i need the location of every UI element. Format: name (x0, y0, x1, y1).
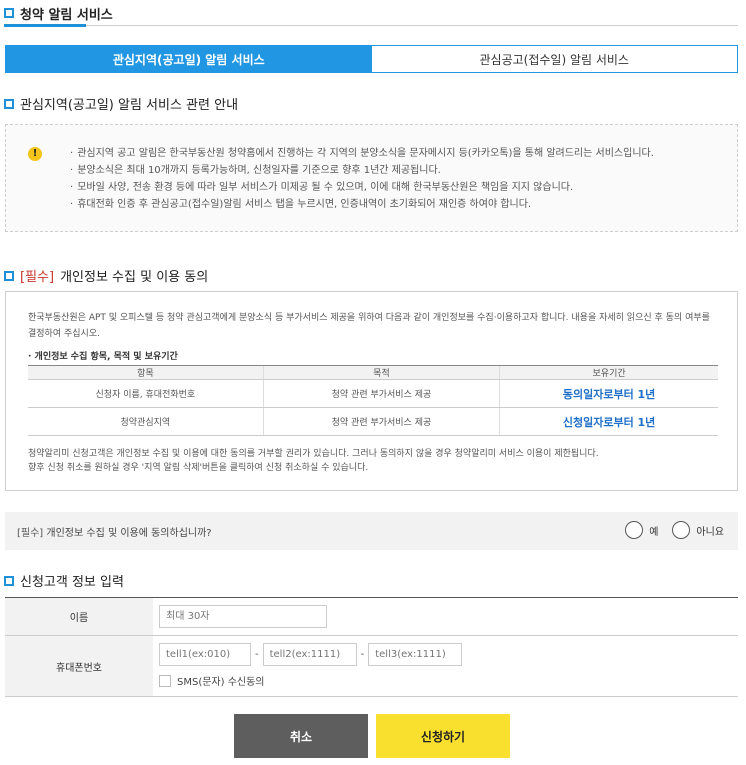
table-cell: 동의일자로부터 1년 (499, 379, 718, 408)
square-bullet-icon (4, 8, 14, 18)
guide-list: 관심지역 공고 알림은 한국부동산원 청약홈에서 진행하는 각 지역의 분양소식… (70, 145, 654, 213)
privacy-section-title: [필수] 개인정보 수집 및 이용 동의 (4, 266, 208, 285)
column-header: 항목 (28, 365, 264, 380)
service-tabs: 관심지역(공고일) 알림 서비스 관심공고(접수일) 알림 서비스 (5, 45, 738, 73)
tab-region-alert[interactable]: 관심지역(공고일) 알림 서비스 (6, 46, 372, 72)
consent-bar: [필수] 개인정보 수집 및 이용에 동의하십니까? 예 아니요 (5, 512, 738, 550)
phone-label: 휴대폰번호 (5, 636, 153, 696)
page-title: 청약 알림 서비스 (20, 7, 113, 23)
square-bullet-icon (4, 98, 14, 109)
radio-label: 예 (649, 526, 659, 538)
privacy-box: 한국부동산원은 APT 및 오피스텔 등 청약 관심고객에게 분양소식 등 부가… (5, 291, 738, 491)
warning-icon: ! (28, 147, 42, 161)
table-cell: 청약 관련 부가서비스 제공 (262, 379, 500, 408)
customer-section-title: 신청고객 정보 입력 (4, 571, 124, 590)
tel2-input[interactable] (262, 643, 357, 666)
table-row: 신청자 이름, 휴대전화번호 청약 관련 부가서비스 제공 동의일자로부터 1년 (28, 379, 718, 408)
tel3-input[interactable] (368, 643, 463, 666)
privacy-notes: 청약알리미 신청고객은 개인정보 수집 및 이용에 대한 동의를 거부할 권리가… (28, 447, 599, 475)
consent-no-radio[interactable]: 아니요 (672, 521, 724, 539)
page-header: 청약 알림 서비스 (4, 2, 113, 24)
sms-consent-label: SMS(문자) 수신동의 (177, 677, 265, 688)
cancel-button[interactable]: 취소 (234, 714, 368, 758)
header-divider (4, 25, 738, 26)
table-header-row: 항목 목적 보유기간 (28, 365, 718, 380)
guide-notice-box: ! 관심지역 공고 알림은 한국부동산원 청약홈에서 진행하는 각 지역의 분양… (5, 124, 738, 232)
table-cell: 신청자 이름, 휴대전화번호 (28, 379, 264, 408)
consent-radio-group: 예 아니요 (625, 521, 724, 539)
header-accent-bar (4, 24, 86, 27)
table-cell: 청약관심지역 (28, 407, 264, 436)
required-tag: [필수] (20, 270, 55, 285)
name-value-cell (153, 598, 738, 635)
phone-value-cell: - - SMS(문자) 수신동의 (153, 636, 738, 696)
square-bullet-icon (4, 575, 14, 586)
form-row-name: 이름 (5, 598, 738, 636)
table-cell: 청약 관련 부가서비스 제공 (262, 407, 500, 436)
phone-inputs: - - (159, 643, 732, 666)
guide-title: 관심지역(공고일) 알림 서비스 관련 안내 (20, 98, 239, 113)
privacy-note: 향후 신청 취소를 원하실 경우 '지역 알림 삭제'버튼을 클릭하여 신청 취… (28, 463, 369, 473)
consent-yes-radio[interactable]: 예 (625, 521, 658, 539)
radio-circle-icon[interactable] (625, 521, 644, 539)
sms-consent-checkbox[interactable]: SMS(문자) 수신동의 (159, 673, 732, 688)
name-input[interactable] (159, 605, 327, 628)
guide-section-title: 관심지역(공고일) 알림 서비스 관련 안내 (4, 94, 238, 113)
tel1-input[interactable] (159, 643, 251, 666)
privacy-table: 항목 목적 보유기간 신청자 이름, 휴대전화번호 청약 관련 부가서비스 제공… (28, 365, 718, 436)
privacy-title: 개인정보 수집 및 이용 동의 (60, 270, 209, 285)
privacy-intro: 한국부동산원은 APT 및 오피스텔 등 청약 관심고객에게 분양소식 등 부가… (28, 313, 710, 339)
consent-question: [필수] 개인정보 수집 및 이용에 동의하십니까? (17, 524, 212, 539)
table-cell: 신청일자로부터 1년 (499, 407, 718, 436)
list-item: 모바일 사양, 전송 환경 등에 따라 일부 서비스가 미제공 될 수 있으며,… (70, 179, 654, 196)
required-tag: [필수] (17, 527, 44, 539)
square-bullet-icon (4, 270, 14, 281)
radio-label: 아니요 (696, 526, 724, 538)
table-row: 청약관심지역 청약 관련 부가서비스 제공 신청일자로부터 1년 (28, 407, 718, 436)
dash-separator: - (255, 649, 259, 660)
privacy-subtitle: · 개인정보 수집 항목, 목적 및 보유기간 (28, 352, 178, 362)
name-label: 이름 (5, 598, 153, 635)
tab-notice-alert[interactable]: 관심공고(접수일) 알림 서비스 (371, 46, 737, 72)
checkbox-icon[interactable] (159, 674, 171, 687)
consent-question-text: 개인정보 수집 및 이용에 동의하십니까? (46, 527, 212, 539)
column-header: 보유기간 (499, 365, 718, 380)
customer-title: 신청고객 정보 입력 (20, 575, 124, 590)
form-row-phone: 휴대폰번호 - - SMS(문자) 수신동의 (5, 636, 738, 697)
privacy-note: 청약알리미 신청고객은 개인정보 수집 및 이용에 대한 동의를 거부할 권리가… (28, 449, 599, 459)
apply-button[interactable]: 신청하기 (376, 714, 510, 758)
customer-form: 이름 휴대폰번호 - - SMS(문자) 수신동의 (5, 597, 738, 697)
list-item: 분양소식은 최대 10개까지 등록가능하며, 신청일자를 기준으로 향후 1년간… (70, 162, 654, 179)
dash-separator: - (360, 649, 365, 660)
list-item: 관심지역 공고 알림은 한국부동산원 청약홈에서 진행하는 각 지역의 분양소식… (70, 145, 654, 162)
list-item: 휴대전화 인증 후 관심공고(접수일)알림 서비스 탭을 누르시면, 인증내역이… (70, 196, 654, 213)
radio-circle-icon[interactable] (672, 521, 691, 539)
column-header: 목적 (262, 365, 500, 380)
